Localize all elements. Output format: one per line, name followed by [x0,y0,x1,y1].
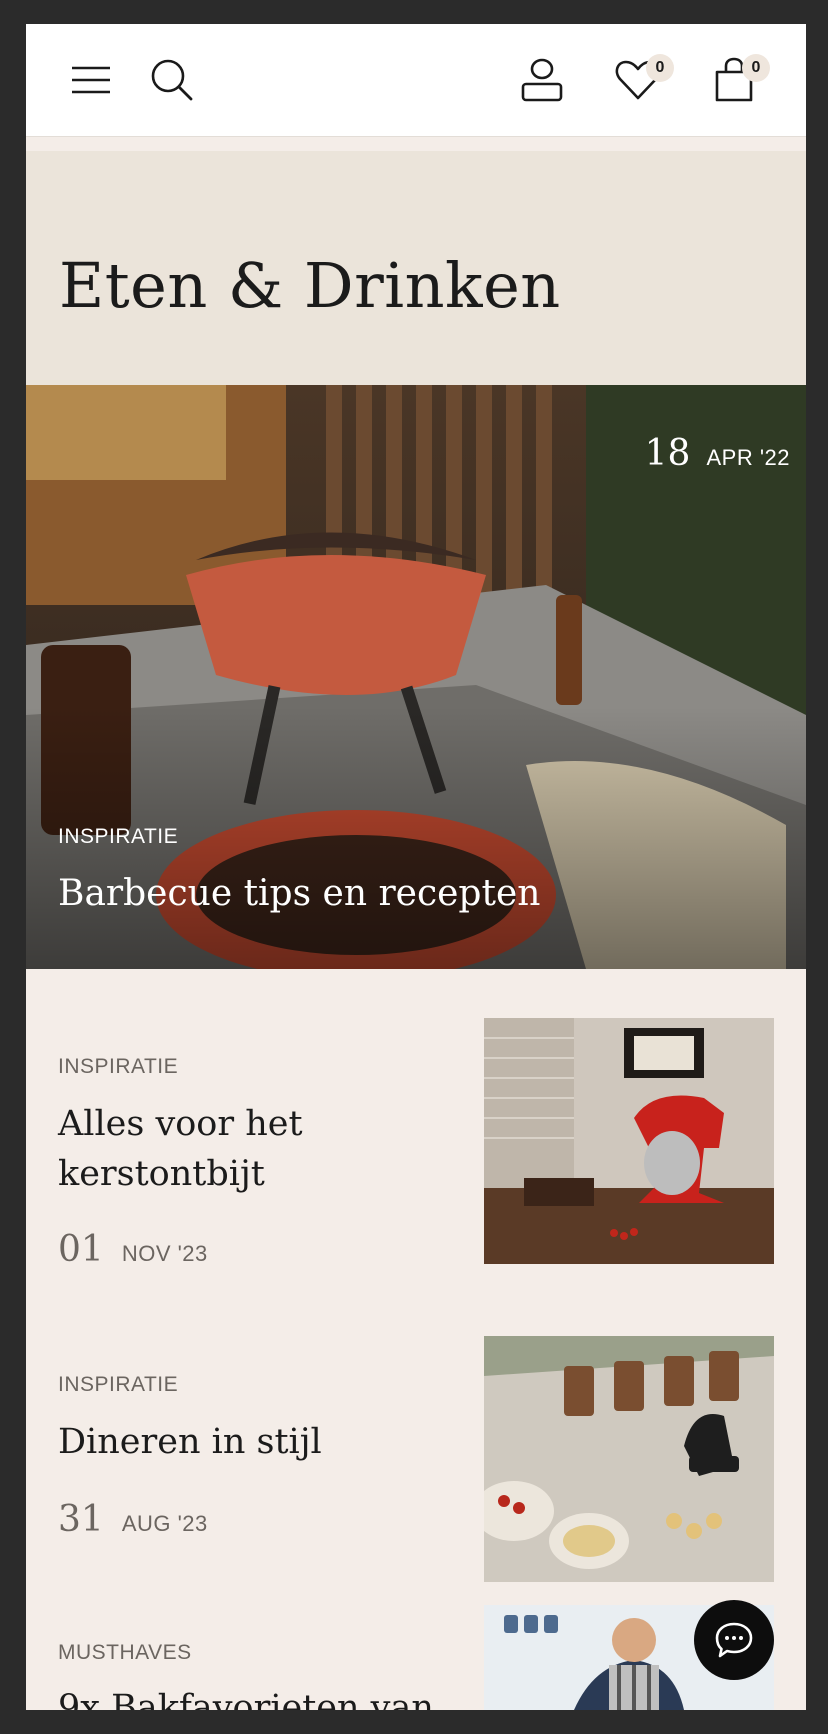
article-thumbnail-dining[interactable] [484,1336,774,1582]
hamburger-menu-icon[interactable] [66,54,118,106]
article-category: MUSTHAVES [58,1641,192,1664]
list-item[interactable]: INSPIRATIE Dineren in stijl 31 AUG '23 [26,1289,806,1582]
featured-date-day: 18 [644,433,691,474]
featured-date: 18 APR '22 [645,433,790,474]
cart-count-badge: 0 [742,54,770,82]
chat-bubble-icon [715,1622,753,1658]
user-icon[interactable] [516,54,568,106]
featured-article[interactable]: 18 APR '22 INSPIRATIE Barbecue tips en r… [26,385,806,969]
header-divider [26,137,806,151]
article-date-day: 01 [58,1229,104,1270]
app-frame: 0 0 Eten & Drinken 18 APR '22 INSPIRATIE… [26,24,806,1710]
article-date-month: NOV '23 [121,1241,208,1266]
search-icon[interactable] [146,54,198,106]
featured-category: INSPIRATIE [58,825,179,848]
article-title[interactable]: 9x Bakfavorieten van [58,1683,478,1710]
article-date: 31 AUG '23 [58,1499,208,1540]
wishlist-count-badge: 0 [646,54,674,82]
article-date: 01 NOV '23 [58,1229,208,1270]
article-date-day: 31 [58,1499,104,1540]
list-item[interactable]: MUSTHAVES 9x Bakfavorieten van [26,1559,806,1710]
article-title[interactable]: Alles voor het kerstontbijt [58,1099,438,1199]
page-title: Eten & Drinken [59,249,561,322]
chat-button[interactable] [694,1600,774,1680]
article-category: INSPIRATIE [58,1055,179,1078]
article-date-month: AUG '23 [121,1511,208,1536]
featured-date-month: APR '22 [706,445,790,470]
article-category: INSPIRATIE [58,1373,179,1396]
article-title[interactable]: Dineren in stijl [58,1417,438,1467]
article-thumbnail-mixer[interactable] [484,1018,774,1264]
site-header: 0 0 [26,24,806,137]
featured-title[interactable]: Barbecue tips en recepten [58,873,540,914]
list-item[interactable]: INSPIRATIE Alles voor het kerstontbijt 0… [26,969,806,1289]
